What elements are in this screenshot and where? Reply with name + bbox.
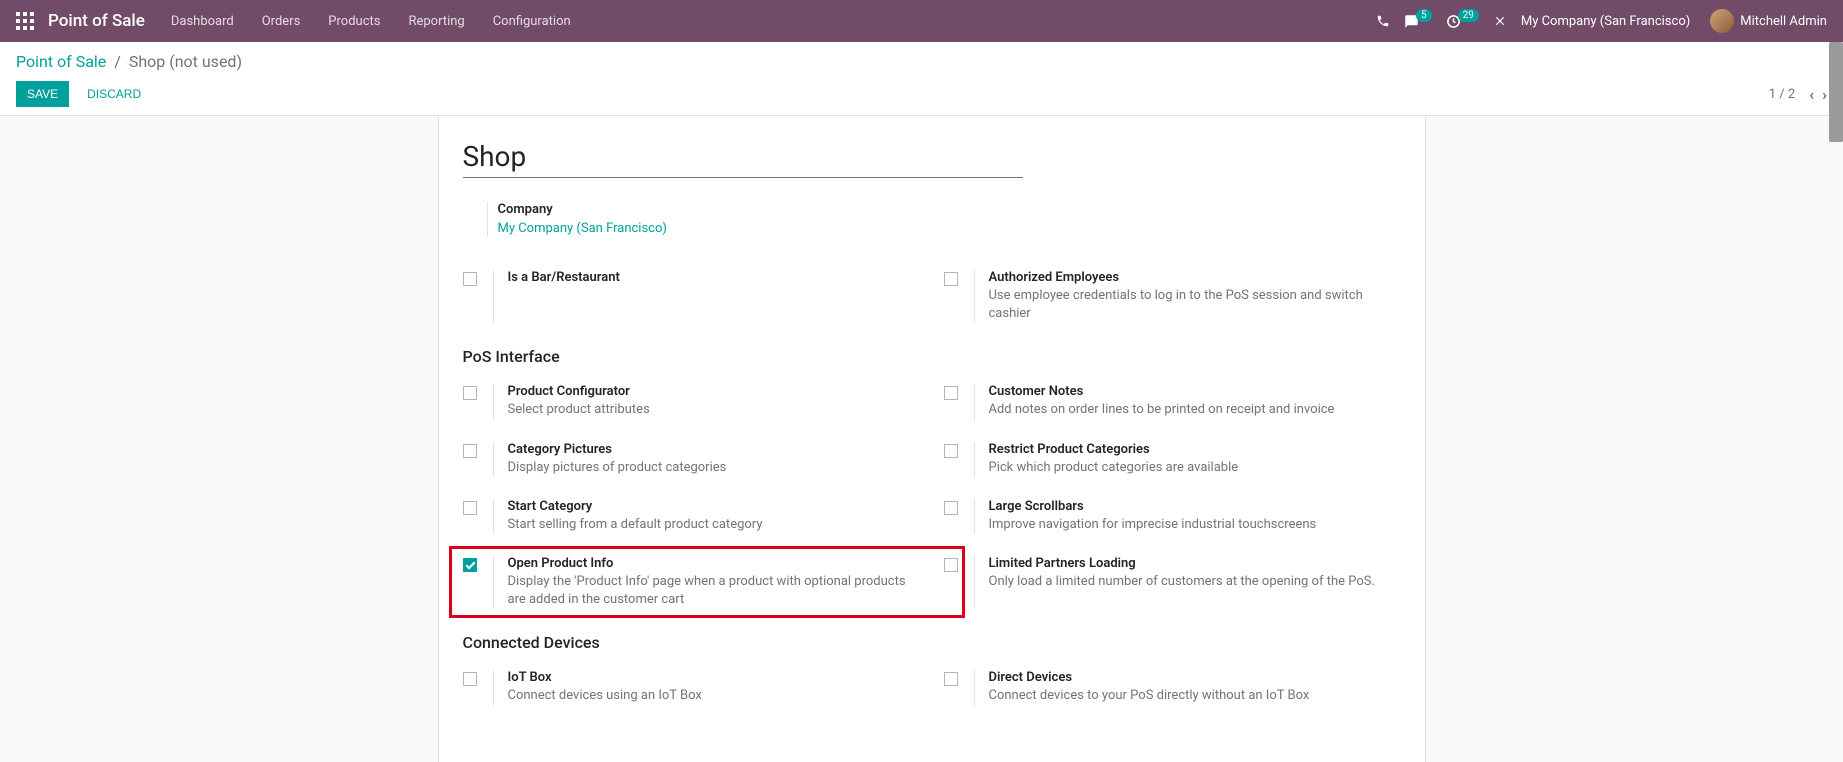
activities-badge: 29 — [1458, 9, 1479, 22]
control-panel: Point of Sale / Shop (not used) SAVE DIS… — [0, 42, 1843, 116]
label-category-pictures: Category Pictures — [508, 442, 920, 457]
pager-next[interactable]: › — [1822, 85, 1827, 104]
desc-iot-box: Connect devices using an IoT Box — [508, 687, 920, 705]
save-button[interactable]: SAVE — [16, 81, 69, 107]
nav-configuration[interactable]: Configuration — [493, 14, 571, 29]
breadcrumb-sep: / — [114, 52, 121, 71]
app-brand[interactable]: Point of Sale — [48, 11, 145, 31]
section-pos-interface: PoS Interface — [463, 347, 1401, 366]
checkbox-open-product-info[interactable] — [463, 558, 477, 572]
checkbox-iot-box[interactable] — [463, 672, 477, 686]
desc-product-configurator: Select product attributes — [508, 401, 920, 419]
nav-right: 5 29 My Company (San Francisco) Mitchell… — [1376, 9, 1827, 33]
checkbox-start-category[interactable] — [463, 501, 477, 515]
form-sheet-bg: Shop Company My Company (San Francisco) … — [0, 116, 1843, 762]
user-menu[interactable]: Mitchell Admin — [1704, 9, 1827, 33]
label-customer-notes: Customer Notes — [989, 384, 1401, 399]
setting-category-pictures: Category Pictures Display pictures of pr… — [463, 436, 920, 487]
checkbox-category-pictures[interactable] — [463, 444, 477, 458]
setting-limited-partners: Limited Partners Loading Only load a lim… — [944, 550, 1401, 619]
discard-button[interactable]: DISCARD — [77, 82, 151, 106]
nav-reporting[interactable]: Reporting — [408, 14, 464, 29]
breadcrumb-parent[interactable]: Point of Sale — [16, 52, 106, 71]
breadcrumb: Point of Sale / Shop (not used) — [16, 52, 1827, 71]
desc-restrict-categories: Pick which product categories are availa… — [989, 459, 1401, 477]
label-restrict-categories: Restrict Product Categories — [989, 442, 1401, 457]
desc-start-category: Start selling from a default product cat… — [508, 516, 920, 534]
setting-direct-devices: Direct Devices Connect devices to your P… — [944, 664, 1401, 715]
label-limited-partners: Limited Partners Loading — [989, 556, 1401, 571]
nav-menu: Dashboard Orders Products Reporting Conf… — [171, 14, 571, 29]
desc-authorized-employees: Use employee credentials to log in to th… — [989, 287, 1401, 323]
form-sheet: Shop Company My Company (San Francisco) … — [438, 116, 1426, 762]
setting-product-configurator: Product Configurator Select product attr… — [463, 378, 920, 429]
messages-icon[interactable]: 5 — [1404, 14, 1432, 29]
desc-open-product-info: Display the 'Product Info' page when a p… — [508, 573, 920, 609]
label-authorized-employees: Authorized Employees — [989, 270, 1401, 285]
setting-restrict-categories: Restrict Product Categories Pick which p… — [944, 436, 1401, 487]
label-large-scrollbars: Large Scrollbars — [989, 499, 1401, 514]
checkbox-authorized-employees[interactable] — [944, 272, 958, 286]
company-label: Company — [498, 202, 1401, 217]
checkbox-direct-devices[interactable] — [944, 672, 958, 686]
scrollbar[interactable] — [1829, 42, 1843, 142]
top-navbar: Point of Sale Dashboard Orders Products … — [0, 0, 1843, 42]
label-iot-box: IoT Box — [508, 670, 920, 685]
company-value[interactable]: My Company (San Francisco) — [498, 221, 1401, 236]
label-direct-devices: Direct Devices — [989, 670, 1401, 685]
company-switcher[interactable]: My Company (San Francisco) — [1521, 14, 1690, 29]
nav-products[interactable]: Products — [328, 14, 380, 29]
desc-customer-notes: Add notes on order lines to be printed o… — [989, 401, 1401, 419]
checkbox-restrict-categories[interactable] — [944, 444, 958, 458]
messages-badge: 5 — [1416, 9, 1432, 22]
checkbox-customer-notes[interactable] — [944, 386, 958, 400]
setting-bar-restaurant: Is a Bar/Restaurant — [463, 264, 920, 333]
setting-authorized-employees: Authorized Employees Use employee creden… — [944, 264, 1401, 333]
section-connected-devices: Connected Devices — [463, 633, 1401, 652]
setting-open-product-info: Open Product Info Display the 'Product I… — [463, 550, 920, 619]
setting-start-category: Start Category Start selling from a defa… — [463, 493, 920, 544]
nav-dashboard[interactable]: Dashboard — [171, 14, 234, 29]
label-start-category: Start Category — [508, 499, 920, 514]
close-debug-icon[interactable] — [1493, 14, 1507, 28]
username: Mitchell Admin — [1740, 14, 1827, 29]
desc-large-scrollbars: Improve navigation for imprecise industr… — [989, 516, 1401, 534]
checkbox-bar-restaurant[interactable] — [463, 272, 477, 286]
checkbox-large-scrollbars[interactable] — [944, 501, 958, 515]
checkbox-limited-partners[interactable] — [944, 558, 958, 572]
pager-prev[interactable]: ‹ — [1809, 85, 1814, 104]
breadcrumb-current: Shop (not used) — [129, 52, 242, 71]
company-block: Company My Company (San Francisco) — [487, 202, 1401, 236]
checkbox-product-configurator[interactable] — [463, 386, 477, 400]
label-product-configurator: Product Configurator — [508, 384, 920, 399]
desc-direct-devices: Connect devices to your PoS directly wit… — [989, 687, 1401, 705]
label-open-product-info: Open Product Info — [508, 556, 920, 571]
label-bar-restaurant: Is a Bar/Restaurant — [508, 270, 920, 285]
pager-text[interactable]: 1 / 2 — [1769, 87, 1795, 102]
phone-icon[interactable] — [1376, 14, 1390, 28]
page-title[interactable]: Shop — [463, 140, 1023, 178]
avatar — [1710, 9, 1734, 33]
activities-icon[interactable]: 29 — [1446, 14, 1479, 29]
desc-category-pictures: Display pictures of product categories — [508, 459, 920, 477]
nav-orders[interactable]: Orders — [262, 14, 301, 29]
setting-large-scrollbars: Large Scrollbars Improve navigation for … — [944, 493, 1401, 544]
apps-icon[interactable] — [16, 12, 34, 30]
setting-iot-box: IoT Box Connect devices using an IoT Box — [463, 664, 920, 715]
desc-limited-partners: Only load a limited number of customers … — [989, 573, 1401, 591]
setting-customer-notes: Customer Notes Add notes on order lines … — [944, 378, 1401, 429]
